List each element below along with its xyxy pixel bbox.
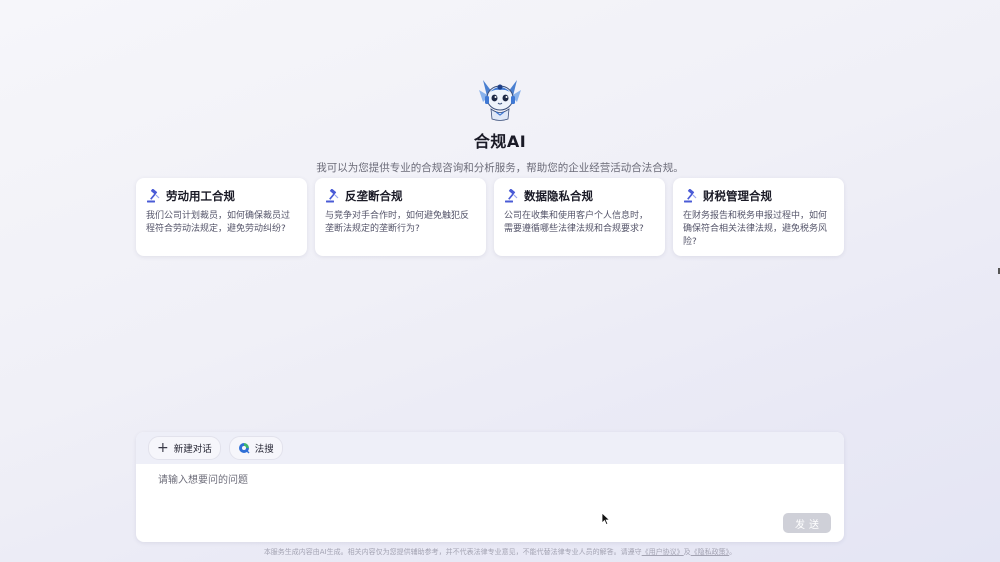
disclaimer-end: 。: [729, 548, 737, 556]
card-title: 劳动用工合规: [166, 189, 235, 203]
suggestion-card-finance-tax[interactable]: 财税管理合规 在财务报告和税务申报过程中，如何确保符合相关法律法规，避免税务风险…: [673, 178, 844, 256]
chat-composer: + 新建对话 法搜 发送: [136, 432, 844, 542]
card-description: 公司在收集和使用客户个人信息时，需要遵循哪些法律法规和合规要求?: [504, 211, 649, 234]
disclaimer-and: 及: [683, 548, 691, 556]
gavel-icon: [147, 189, 160, 203]
hero-section: 合规AI 我可以为您提供专业的合规咨询和分析服务，帮助您的企业经营活动合法合规。: [0, 76, 1000, 175]
gavel-icon: [505, 189, 518, 203]
card-header: 数据隐私合规: [504, 188, 655, 204]
suggestion-card-data-privacy[interactable]: 数据隐私合规 公司在收集和使用客户个人信息时，需要遵循哪些法律法规和合规要求?: [494, 178, 665, 256]
composer-toolbar: + 新建对话 法搜: [136, 432, 844, 464]
card-title: 数据隐私合规: [524, 189, 593, 203]
mouse-cursor-icon: [601, 512, 611, 526]
card-title: 财税管理合规: [703, 189, 772, 203]
question-input[interactable]: [156, 474, 800, 487]
card-header: 财税管理合规: [683, 188, 834, 204]
gavel-icon: [684, 189, 697, 203]
plus-icon: +: [157, 440, 169, 456]
disclaimer-text: 本服务生成内容由AI生成。相关内容仅为您提供辅助参考，并不代表法律专业意见，不能…: [263, 548, 642, 556]
fasou-label: 法搜: [254, 444, 274, 455]
gavel-icon: [326, 189, 339, 203]
user-agreement-link[interactable]: 《用户协议》: [642, 548, 684, 556]
card-description: 在财务报告和税务申报过程中，如何确保符合相关法律法规，避免税务风险?: [683, 211, 828, 247]
send-button[interactable]: 发送: [783, 513, 831, 533]
card-header: 反垄断合规: [325, 188, 476, 204]
privacy-policy-link[interactable]: 《隐私政策》: [691, 548, 730, 556]
card-title: 反垄断合规: [345, 189, 403, 203]
search-logo-icon: [238, 443, 250, 454]
new-chat-label: 新建对话: [173, 444, 212, 455]
disclaimer: 本服务生成内容由AI生成。相关内容仅为您提供辅助参考，并不代表法律专业意见，不能…: [0, 547, 1000, 557]
suggestion-card-labor[interactable]: 劳动用工合规 我们公司计划裁员，如何确保裁员过程符合劳动法规定，避免劳动纠纷?: [136, 178, 307, 256]
cat-mascot-icon: [479, 80, 521, 121]
card-description: 我们公司计划裁员，如何确保裁员过程符合劳动法规定，避免劳动纠纷?: [146, 211, 291, 234]
suggestion-cards: 劳动用工合规 我们公司计划裁员，如何确保裁员过程符合劳动法规定，避免劳动纠纷? …: [136, 178, 844, 256]
card-header: 劳动用工合规: [146, 188, 297, 204]
fasou-button[interactable]: 法搜: [228, 436, 283, 460]
card-description: 与竞争对手合作时，如何避免触犯反垄断法规定的垄断行为?: [325, 211, 470, 234]
suggestion-card-antitrust[interactable]: 反垄断合规 与竞争对手合作时，如何避免触犯反垄断法规定的垄断行为?: [315, 178, 486, 256]
new-chat-button[interactable]: + 新建对话: [148, 436, 221, 460]
page-subtitle: 我可以为您提供专业的合规咨询和分析服务，帮助您的企业经营活动合法合规。: [316, 162, 684, 174]
page-title: 合规AI: [473, 132, 527, 151]
